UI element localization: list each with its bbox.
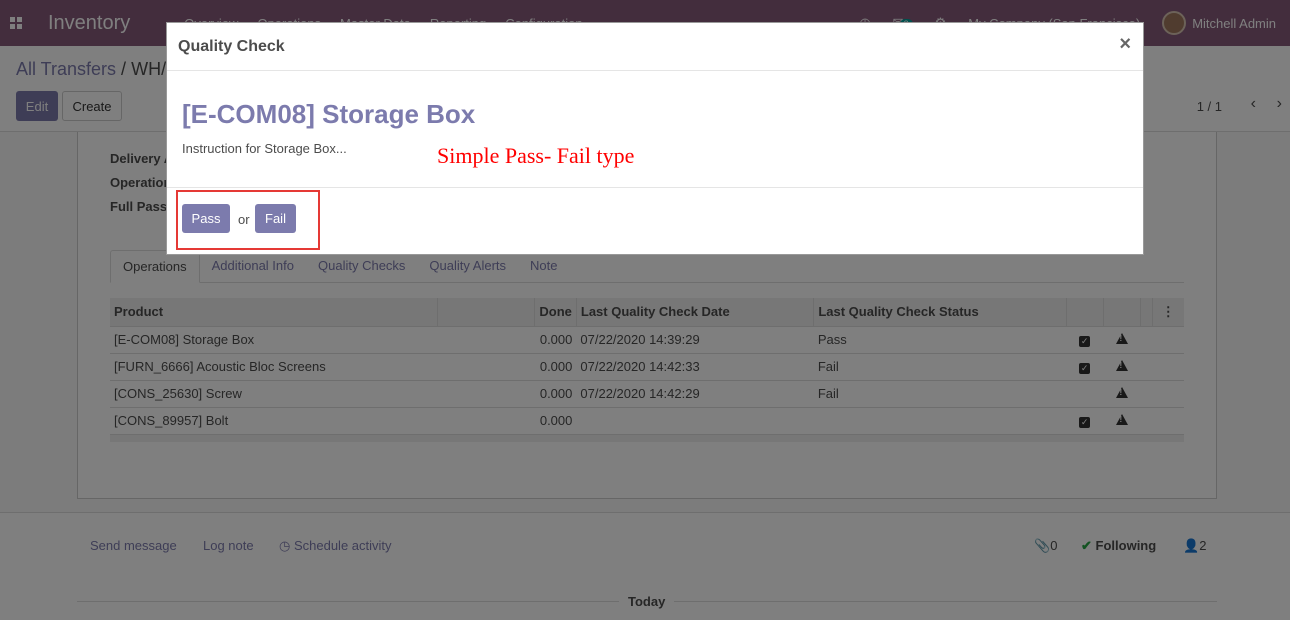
modal-footer-divider	[167, 187, 1143, 188]
annotation-text: Simple Pass- Fail type	[437, 143, 635, 168]
quality-check-dialog: Quality Check × [E-COM08] Storage Box In…	[166, 22, 1144, 255]
product-title: [E-COM08] Storage Box	[182, 99, 476, 129]
pass-button[interactable]: Pass	[182, 204, 230, 233]
close-icon[interactable]: ×	[1119, 33, 1131, 56]
fail-button[interactable]: Fail	[255, 204, 296, 233]
or-label: or	[238, 212, 250, 227]
instruction-text: Instruction for Storage Box...	[182, 141, 347, 156]
modal-title: Quality Check	[178, 37, 285, 55]
modal-header: Quality Check	[167, 23, 1143, 71]
